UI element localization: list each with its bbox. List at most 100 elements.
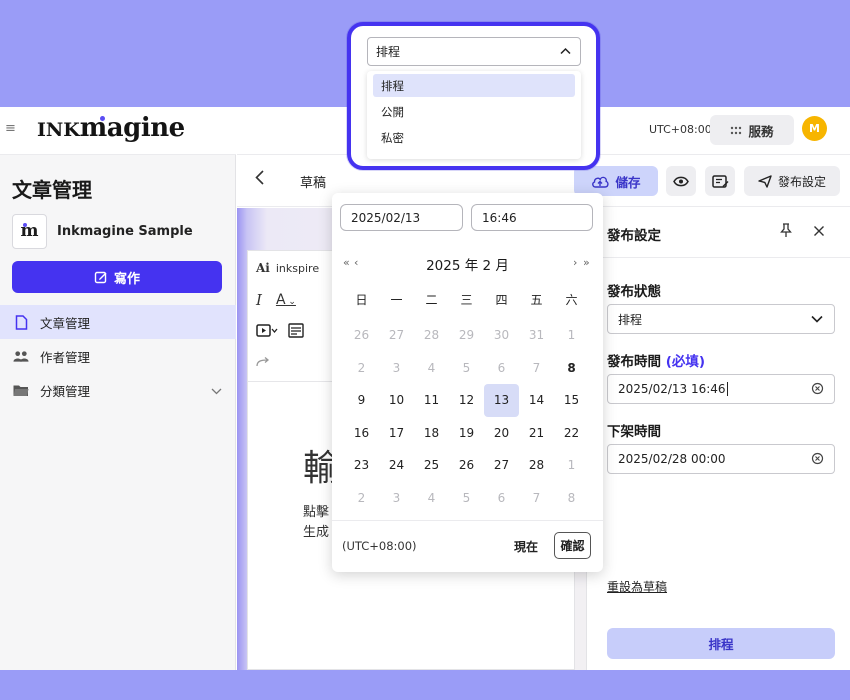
weekday-header: 日 一 二 三 四 五 六 [344, 285, 594, 313]
calendar-day: 31 [528, 328, 545, 343]
dropdown-selected-value: 排程 [376, 45, 401, 59]
write-button[interactable]: 寫作 [12, 261, 222, 293]
weekday-label: 一 [390, 292, 403, 307]
status-value: 排程 [618, 312, 643, 327]
video-icon[interactable] [256, 324, 278, 340]
required-tag: (必填) [665, 354, 706, 370]
services-button[interactable]: 服務 [710, 115, 794, 145]
article-body[interactable]: 點擊 生成 [303, 503, 329, 543]
status-select[interactable]: 排程 [607, 304, 835, 334]
publish-settings-button[interactable]: 發布設定 [744, 166, 840, 196]
format-toolbar: I A ⌄ [256, 291, 296, 309]
calendar-day[interactable]: 22 [554, 417, 589, 450]
calendar-week: 9 10 11 12 13 14 15 [344, 384, 594, 417]
sidebar: ≡ INKmagine 文章管理 m Inkmagine Sample 寫作 文… [0, 107, 236, 670]
calendar-day: 7 [532, 490, 541, 505]
calendar-day[interactable]: 12 [449, 384, 484, 417]
calendar-day[interactable]: 23 [344, 449, 379, 482]
calendar-week: 26 27 28 29 30 31 1 [344, 319, 594, 352]
embed-icon[interactable] [288, 323, 304, 341]
calendar-day[interactable]: 24 [379, 449, 414, 482]
reset-to-draft-link[interactable]: 重設為草稿 [607, 578, 667, 595]
dropdown-option-scheduled[interactable]: 排程 [373, 74, 575, 97]
cloud-upload-icon [592, 176, 610, 188]
picker-date-input[interactable]: 2025/02/13 [340, 204, 463, 231]
ai-toolbar[interactable]: Ai inkspire [256, 261, 319, 275]
calendar-day-selected[interactable]: 13 [484, 384, 519, 417]
calendar-day[interactable]: 27 [484, 449, 519, 482]
panel-header: 發布設定 [587, 208, 850, 258]
org-name: Inkmagine Sample [57, 223, 193, 239]
calendar-day[interactable]: 8 [554, 352, 589, 385]
calendar-day: 4 [427, 360, 436, 375]
picker-time-input[interactable]: 16:46 [471, 204, 593, 231]
redo-icon[interactable] [256, 357, 270, 367]
sidebar-item-categories[interactable]: 分類管理 [0, 373, 236, 407]
weekday-label: 六 [565, 292, 578, 307]
status-dropdown-select[interactable]: 排程 [367, 37, 581, 66]
now-button[interactable]: 現在 [514, 538, 538, 555]
calendar-day[interactable]: 14 [519, 384, 554, 417]
pin-icon[interactable] [780, 223, 792, 242]
people-icon [13, 348, 29, 364]
notes-button[interactable] [705, 166, 735, 196]
calendar-week: 16 17 18 19 20 21 22 [344, 417, 594, 450]
chevron-down-icon[interactable] [211, 383, 222, 398]
clear-icon[interactable] [811, 382, 824, 398]
unpublish-time-input[interactable]: 2025/02/28 00:00 [607, 444, 835, 474]
datetime-picker: 2025/02/13 16:46 « ‹ 2025 年 2 月 › » 日 一 … [332, 193, 603, 572]
send-icon [758, 174, 772, 188]
calendar-day[interactable]: 20 [484, 417, 519, 450]
note-edit-icon [711, 174, 728, 188]
calendar-day[interactable]: 26 [449, 449, 484, 482]
close-icon[interactable] [813, 222, 825, 241]
calendar-day: 30 [493, 328, 510, 343]
dropdown-option-private[interactable]: 私密 [373, 126, 575, 149]
publish-time-input[interactable]: 2025/02/13 16:46 [607, 374, 835, 404]
next-year-icon[interactable]: » [583, 256, 590, 269]
calendar-day[interactable]: 25 [414, 449, 449, 482]
schedule-button[interactable]: 排程 [607, 628, 835, 659]
calendar-day[interactable]: 18 [414, 417, 449, 450]
calendar-day[interactable]: 16 [344, 417, 379, 450]
calendar-day[interactable]: 17 [379, 417, 414, 450]
next-month-icon[interactable]: › [573, 256, 577, 269]
weekday-label: 四 [495, 292, 508, 307]
org-switcher[interactable]: m Inkmagine Sample [12, 213, 193, 249]
weekday-label: 五 [530, 292, 543, 307]
body-line: 點擊 [303, 505, 330, 520]
calendar-day[interactable]: 11 [414, 384, 449, 417]
clear-icon[interactable] [811, 452, 824, 468]
publish-time-label: 發布時間 (必填) [607, 350, 705, 370]
calendar-day[interactable]: 21 [519, 417, 554, 450]
sidebar-item-authors[interactable]: 作者管理 [0, 339, 236, 373]
sidebar-item-articles[interactable]: 文章管理 [0, 305, 236, 339]
text-color-icon[interactable]: A ⌄ [276, 292, 296, 308]
calendar-day[interactable]: 15 [554, 384, 589, 417]
document-status: 草稿 [300, 176, 327, 191]
calendar-day: 26 [353, 328, 370, 343]
status-dropdown-menu: 排程 公開 私密 [367, 71, 581, 159]
calendar-day[interactable]: 19 [449, 417, 484, 450]
back-arrow-icon[interactable] [255, 169, 264, 190]
calendar-day: 5 [462, 360, 471, 375]
hamburger-icon[interactable]: ≡ [5, 122, 17, 135]
calendar-day[interactable]: 9 [344, 384, 379, 417]
calendar-day: 3 [392, 490, 401, 505]
avatar[interactable]: M [802, 116, 827, 141]
services-label: 服務 [748, 123, 774, 139]
calendar-day: 7 [532, 360, 541, 375]
calendar-day: 3 [392, 360, 401, 375]
calendar-day: 29 [458, 328, 475, 343]
org-logo: m [12, 213, 47, 249]
calendar-day[interactable]: 10 [379, 384, 414, 417]
picker-timezone: (UTC+08:00) [342, 539, 417, 553]
publish-settings-label: 發布設定 [777, 174, 826, 189]
dropdown-option-public[interactable]: 公開 [373, 100, 575, 123]
save-button[interactable]: 儲存 [574, 166, 658, 196]
confirm-button[interactable]: 確認 [554, 532, 591, 559]
preview-button[interactable] [666, 166, 696, 196]
italic-icon[interactable]: I [256, 291, 262, 309]
calendar-day: 28 [423, 328, 440, 343]
calendar-day[interactable]: 28 [519, 449, 554, 482]
